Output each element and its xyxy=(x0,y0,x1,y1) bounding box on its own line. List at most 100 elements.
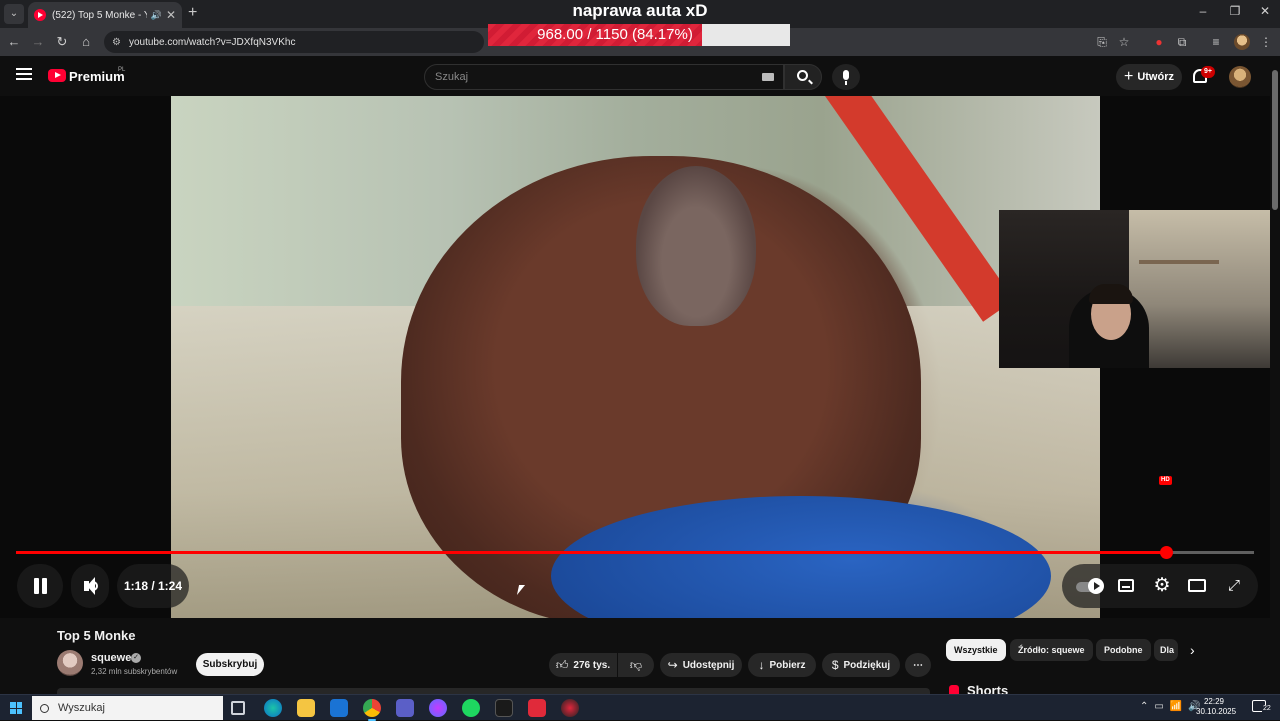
theater-mode-button[interactable] xyxy=(1180,564,1216,608)
video-title: Top 5 Monke xyxy=(57,628,136,643)
subtitles-button[interactable] xyxy=(1108,564,1144,608)
notification-count: 22 xyxy=(1262,705,1272,712)
share-label: Udostępnij xyxy=(682,659,735,671)
plus-icon: + xyxy=(1123,68,1134,85)
browser-tab-active[interactable]: (522) Top 5 Monke - YouTube 🔊 ✕ xyxy=(28,2,182,28)
tab-close-icon[interactable]: ✕ xyxy=(166,8,176,22)
chip-for-you[interactable]: Dla xyxy=(1154,639,1178,661)
video-progress-fill xyxy=(16,551,1166,554)
more-actions-icon[interactable]: ⋯ xyxy=(905,653,931,677)
page-scrollbar[interactable] xyxy=(1270,56,1280,694)
file-explorer-icon[interactable] xyxy=(297,699,315,717)
tab-audio-icon[interactable]: 🔊 xyxy=(151,10,162,21)
outlook-icon[interactable] xyxy=(330,699,348,717)
install-app-icon[interactable]: ⎘ xyxy=(1094,35,1110,50)
youtube-logo-icon[interactable] xyxy=(48,69,66,82)
restore-button[interactable]: ❐ xyxy=(1220,4,1250,18)
like-button[interactable]: 👍︎ 276 tys. xyxy=(549,653,617,677)
country-code: PL xyxy=(118,67,126,73)
extension-red-icon[interactable]: ● xyxy=(1151,35,1167,49)
media-queue-icon[interactable]: ≡ xyxy=(1208,35,1224,49)
home-icon[interactable]: ⌂ xyxy=(78,34,94,49)
stream-goal-progress: 968.00 / 1150 (84.17%) xyxy=(488,24,790,46)
edge-icon[interactable] xyxy=(264,699,282,717)
youtube-favicon-icon xyxy=(34,9,46,21)
minimize-button[interactable]: – xyxy=(1188,4,1218,18)
webcam-streamer-hair xyxy=(1089,284,1133,304)
share-button[interactable]: ↪ Udostępnij xyxy=(660,653,742,677)
search-input[interactable]: Szukaj xyxy=(424,64,784,90)
chip-all[interactable]: Wszystkie xyxy=(946,639,1006,661)
volume-wave-icon xyxy=(93,581,98,591)
thumbs-up-icon: 👍︎ xyxy=(555,657,569,672)
youtube-premium-brand[interactable]: Premium xyxy=(69,69,125,84)
site-info-icon[interactable]: ⚙ xyxy=(112,37,121,48)
chevron-right-icon[interactable]: › xyxy=(1190,642,1195,658)
hamburger-menu-icon[interactable] xyxy=(16,68,32,80)
chip-similar[interactable]: Podobne xyxy=(1096,639,1151,661)
windows-start-icon[interactable] xyxy=(10,702,22,714)
back-arrow-icon[interactable]: ← xyxy=(6,34,22,49)
scrollbar-thumb[interactable] xyxy=(1272,70,1278,210)
youtube-header: Premium PL Szukaj + Utwórz 9+ xyxy=(0,56,1270,96)
theater-icon xyxy=(1188,579,1206,592)
webcam-overlay xyxy=(999,210,1270,368)
voice-search-icon[interactable] xyxy=(832,64,860,90)
download-button[interactable]: ↓ Pobierz xyxy=(748,653,816,677)
game-character-icon[interactable] xyxy=(495,699,513,717)
reload-icon[interactable]: ↻ xyxy=(54,34,70,50)
account-avatar[interactable] xyxy=(1229,66,1251,88)
taskbar-search-placeholder: Wyszukaj xyxy=(58,702,105,714)
subscribe-button[interactable]: Subskrybuj xyxy=(196,653,264,676)
channel-avatar[interactable] xyxy=(57,650,83,676)
forward-arrow-icon[interactable]: → xyxy=(30,34,46,49)
keyboard-icon[interactable] xyxy=(762,73,774,81)
chip-source[interactable]: Źródło: squewe xyxy=(1010,639,1093,661)
webcam-shelf xyxy=(1139,260,1219,264)
tab-title: (522) Top 5 Monke - YouTube xyxy=(52,9,147,21)
chrome-icon[interactable] xyxy=(363,699,381,721)
subscriber-count: 2,32 mln subskrybentów xyxy=(91,667,178,676)
taskbar-search[interactable]: Wyszukaj xyxy=(32,696,223,720)
windows-taskbar: Wyszukaj ⌃▭📶🔊 22:29 30.10.2025 22 xyxy=(0,694,1280,721)
video-progress-bar[interactable] xyxy=(16,546,1254,559)
fullscreen-icon[interactable]: ⤢ xyxy=(1216,564,1252,608)
video-scrubber-handle[interactable] xyxy=(1159,546,1173,559)
profile-avatar[interactable] xyxy=(1234,34,1250,50)
thanks-button[interactable]: $ Podziękuj xyxy=(822,653,900,677)
clock-time[interactable]: 22:29 xyxy=(1196,697,1232,706)
tab-search-button[interactable]: ⌄ xyxy=(4,4,24,24)
notification-badge: 9+ xyxy=(1201,66,1215,78)
url-text: youtube.com/watch?v=JDXfqN3VKhc xyxy=(128,36,296,48)
download-icon: ↓ xyxy=(758,658,765,672)
settings-gear-icon[interactable]: ⚙ xyxy=(1144,564,1180,608)
bookmark-star-icon[interactable]: ☆ xyxy=(1116,35,1132,49)
spotify-icon[interactable] xyxy=(462,699,480,717)
verified-check-icon: ✓ xyxy=(131,653,141,663)
search-button[interactable] xyxy=(784,64,822,90)
address-bar[interactable]: ⚙ youtube.com/watch?v=JDXfqN3VKhc xyxy=(104,31,484,53)
search-icon xyxy=(40,703,49,713)
volume-button[interactable] xyxy=(71,564,109,608)
autoplay-toggle[interactable] xyxy=(1070,564,1106,608)
red-app-icon[interactable] xyxy=(561,699,579,717)
pause-button[interactable] xyxy=(17,564,63,608)
close-window-button[interactable]: ✕ xyxy=(1250,4,1280,18)
channel-name[interactable]: squewe xyxy=(91,652,131,664)
task-view-icon[interactable] xyxy=(231,701,245,715)
create-button[interactable]: + Utwórz xyxy=(1116,64,1182,90)
new-tab-button[interactable]: + xyxy=(188,4,197,22)
video-player[interactable]: 1:18 / 1:24 ⚙ ⤢ xyxy=(0,96,1270,618)
lightning-app-icon[interactable] xyxy=(528,699,546,717)
clock-date[interactable]: 30.10.2025 xyxy=(1196,707,1236,716)
browser-menu-icon[interactable]: ⋮ xyxy=(1258,35,1274,49)
teams-icon[interactable] xyxy=(396,699,414,717)
extensions-puzzle-icon[interactable]: ⧉ xyxy=(1174,35,1190,50)
dislike-button[interactable]: 👎︎ xyxy=(618,653,654,677)
video-frame[interactable] xyxy=(171,96,1100,618)
autoplay-play-icon xyxy=(1088,578,1104,594)
messenger-icon[interactable] xyxy=(429,699,447,717)
webcam-background-wall xyxy=(1129,210,1270,368)
thumbs-down-icon: 👎︎ xyxy=(629,657,643,672)
hd-badge: HD xyxy=(1159,476,1172,485)
